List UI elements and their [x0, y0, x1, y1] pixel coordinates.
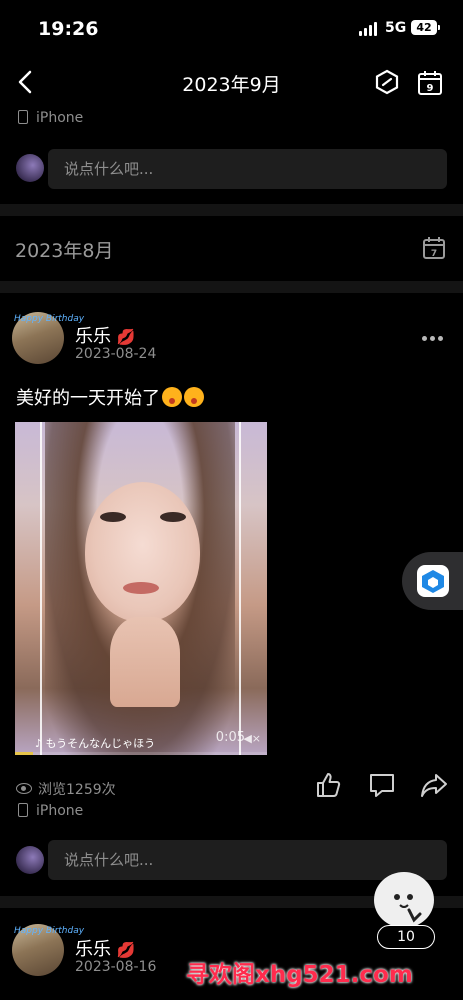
like-icon[interactable] — [314, 771, 342, 799]
lips-icon: 💋 — [116, 941, 136, 959]
nav-bar: 2023年9月 9 — [0, 58, 463, 108]
view-count: 浏览1259次 — [16, 779, 116, 799]
month-calendar-button[interactable]: 7 — [422, 236, 446, 260]
phone-icon — [18, 803, 28, 817]
video-frame-eye — [160, 512, 186, 522]
section-divider — [0, 204, 463, 216]
share-icon[interactable] — [420, 771, 448, 799]
video-frame-line — [40, 422, 42, 755]
status-bar: 19:26 5G 42 — [0, 0, 463, 58]
birthday-tag: Happy Birthday — [14, 314, 85, 324]
signal-icon — [359, 22, 379, 36]
post-username[interactable]: 乐乐 💋 — [75, 935, 135, 961]
lips-icon: 💋 — [116, 328, 136, 346]
comment-input[interactable]: 说点什么吧... — [48, 149, 447, 189]
post-date: 2023-08-24 — [75, 346, 157, 362]
video-frame-line — [239, 422, 241, 755]
back-arrow-icon[interactable] — [14, 68, 38, 96]
my-avatar — [16, 154, 44, 182]
hexagon-icon[interactable] — [375, 69, 399, 95]
username-text: 乐乐 — [75, 939, 111, 960]
video-frame-face — [85, 482, 200, 622]
post-text-row: 美好的一天开始了 — [16, 384, 204, 410]
surprised-emoji-icon — [162, 387, 182, 407]
comment-icon[interactable] — [368, 771, 396, 799]
more-options-icon[interactable] — [422, 326, 446, 341]
device-name: iPhone — [36, 803, 84, 819]
calendar-button[interactable]: 9 — [417, 70, 443, 96]
surprised-emoji-icon — [184, 387, 204, 407]
video-progress[interactable] — [15, 752, 267, 755]
video-caption: ♪ もうそんなんじゃほう — [35, 737, 156, 750]
post-date: 2023-08-16 — [75, 959, 157, 975]
post-video[interactable]: ♪ もうそんなんじゃほう 0:05 ◀× — [15, 422, 267, 755]
calendar-day: 9 — [427, 83, 434, 94]
username-text: 乐乐 — [75, 326, 111, 347]
my-avatar — [16, 846, 44, 874]
month-header: 2023年8月 — [15, 240, 114, 262]
ghost-mascot-button[interactable] — [374, 872, 434, 928]
calendar-icon: 7 — [423, 237, 445, 259]
battery-icon: 42 — [411, 20, 440, 35]
section-divider — [0, 281, 463, 293]
video-frame-eye — [100, 512, 126, 522]
ghost-count-badge: 10 — [377, 925, 435, 949]
watermark: 寻欢阁xhg521.com — [186, 962, 413, 988]
birthday-tag: Happy Birthday — [14, 926, 85, 936]
floating-app-button[interactable] — [402, 552, 463, 610]
cube-icon — [417, 565, 449, 597]
post-username[interactable]: 乐乐 💋 — [75, 322, 135, 348]
network-type: 5G — [385, 20, 407, 36]
eye-icon — [16, 783, 32, 794]
view-count-text: 浏览1259次 — [38, 782, 116, 798]
device-label: iPhone — [18, 803, 83, 819]
calendar-icon: 9 — [418, 71, 442, 95]
video-time: 0:05 — [215, 730, 245, 745]
device-label: iPhone — [18, 110, 83, 126]
post-text: 美好的一天开始了 — [16, 388, 160, 409]
device-name: iPhone — [36, 110, 84, 126]
ghost-icon — [394, 894, 422, 923]
video-frame-lips — [123, 582, 159, 594]
mute-icon[interactable]: ◀× — [243, 732, 261, 745]
status-time: 19:26 — [38, 18, 99, 40]
phone-icon — [18, 110, 28, 124]
video-progress-fill — [15, 752, 33, 755]
video-frame-neck — [110, 617, 180, 707]
calendar-day: 7 — [431, 249, 437, 259]
